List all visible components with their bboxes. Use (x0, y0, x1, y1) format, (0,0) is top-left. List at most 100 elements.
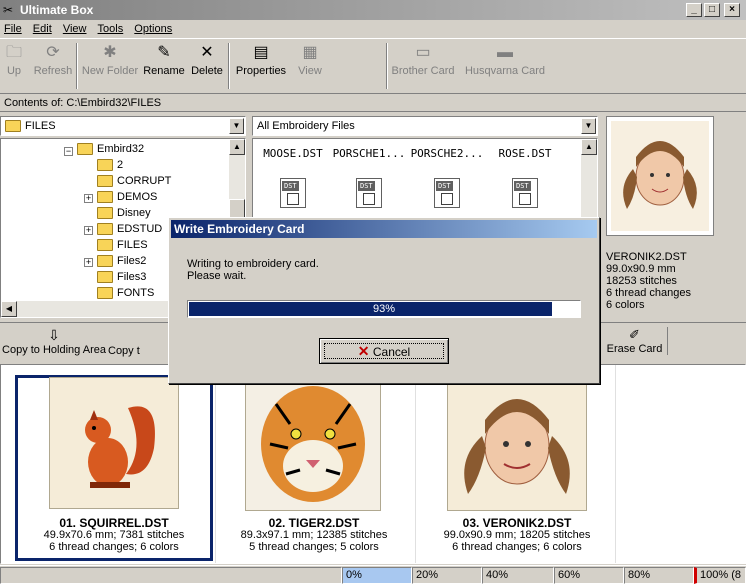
delete-button[interactable]: ✕ Delete (188, 41, 226, 91)
write-card-dialog: Write Embroidery Card Writing to embroid… (168, 217, 600, 384)
collapse-icon[interactable]: − (64, 147, 73, 156)
contents-path: Contents of: C:\Embird32\FILES (0, 94, 746, 112)
refresh-button[interactable]: ⟳ Refresh (32, 41, 74, 91)
preview-name: VERONIK2.DST (606, 251, 687, 263)
tree-item-fonts[interactable]: FONTS (97, 285, 154, 301)
title-bar: Ultimate Box (0, 0, 746, 20)
folder-icon (97, 255, 113, 268)
dialog-title: Write Embroidery Card (171, 220, 597, 238)
cancel-button[interactable]: ✕ Cancel (319, 338, 449, 364)
new-folder-icon: ✱ (103, 44, 117, 61)
husqvarna-card-button[interactable]: ▬ Husqvarna Card (460, 41, 550, 91)
up-folder-icon: 🗀 (5, 44, 22, 61)
toolbar: 🗀 Up ⟳ Refresh ✱ New Folder ✎ Rename ✕ Delete… (0, 38, 746, 94)
dst-file-icon: DST (356, 178, 382, 208)
status-scale-60: 60% (554, 567, 624, 584)
app-icon: ✂ (3, 3, 14, 17)
view-icon: ▦ (302, 44, 318, 61)
squirrel-image (49, 377, 179, 509)
tiger-image (245, 373, 381, 511)
folder-icon (5, 120, 21, 133)
folder-combo[interactable]: FILES ▼ (0, 116, 246, 136)
dialog-message: Writing to embroidery card. Please wait. (187, 258, 319, 282)
folder-icon (97, 207, 113, 220)
scroll-up-icon[interactable]: ▲ (229, 139, 245, 155)
scroll-up-icon[interactable]: ▲ (581, 139, 597, 155)
preview-image (606, 116, 714, 236)
card-icon: ▬ (497, 44, 513, 61)
pes-card-icon: ▭ (415, 44, 431, 61)
preview-colors: 6 colors (606, 299, 645, 311)
tree-item-edstud[interactable]: EDSTUD (97, 221, 162, 237)
delete-icon: ✕ (200, 44, 214, 61)
progress-bar: 93% (187, 300, 581, 318)
file-item[interactable]: PORSCHE1... DST (331, 147, 407, 211)
preview-info: VERONIK2.DST 99.0x90.9 mm 18253 stitches… (606, 251, 691, 311)
tree-item-demos[interactable]: DEMOS (97, 189, 157, 205)
holding-area: 01. SQUIRREL.DST 49.9x70.6 mm; 7381 stit… (0, 364, 746, 564)
maximize-button[interactable]: □ (704, 3, 720, 17)
chevron-down-icon[interactable]: ▼ (581, 118, 596, 134)
folder-icon (97, 223, 113, 236)
menu-tools[interactable]: Tools (94, 20, 128, 38)
progress-label: 93% (372, 303, 396, 315)
status-main (0, 567, 342, 584)
tree-item-embird32[interactable]: Embird32 (77, 141, 144, 157)
folder-icon (77, 143, 93, 156)
card-tiger[interactable]: 02. TIGER2.DST 89.3x97.1 mm; 12385 stitc… (219, 517, 409, 553)
view-button[interactable]: ▦ View (292, 41, 328, 91)
tree-item-files2[interactable]: Files2 (97, 253, 146, 269)
tree-item-disney[interactable]: Disney (97, 205, 151, 221)
new-folder-button[interactable]: ✱ New Folder (80, 41, 140, 91)
preview-stitches: 18253 stitches (606, 275, 677, 287)
folder-icon (97, 287, 113, 300)
tree-item-corrupt[interactable]: CORRUPT (97, 173, 171, 189)
tree-item-files3[interactable]: Files3 (97, 269, 146, 285)
menu-bar: File Edit View Tools Options (0, 20, 746, 38)
status-scale-80: 80% (624, 567, 694, 584)
brother-card-button[interactable]: ▭ Brother Card (390, 41, 456, 91)
arrow-down-icon: ⇩ (48, 327, 60, 343)
preview-size: 99.0x90.9 mm (606, 263, 676, 275)
menu-view[interactable]: View (59, 20, 91, 38)
tree-item-2[interactable]: 2 (97, 157, 123, 173)
folder-icon (97, 175, 113, 188)
card-veronik2[interactable]: 03. VERONIK2.DST 99.0x90.9 mm; 18205 sti… (419, 517, 615, 553)
expand-icon[interactable]: + (84, 226, 93, 235)
erase-card-button[interactable]: ✐ Erase Card (602, 327, 668, 355)
status-scale-0: 0% (342, 567, 412, 584)
file-item[interactable]: PORSCHE2... DST (409, 147, 485, 211)
filter-combo[interactable]: All Embroidery Files ▼ (252, 116, 598, 136)
properties-button[interactable]: ▤ Properties (232, 41, 290, 91)
dst-file-icon: DST (280, 178, 306, 208)
preview-changes: 6 thread changes (606, 287, 692, 299)
menu-options[interactable]: Options (130, 20, 176, 38)
refresh-icon: ⟳ (46, 44, 60, 61)
menu-file[interactable]: File (0, 20, 26, 38)
copy-to-button[interactable]: Copy t (108, 345, 140, 357)
scroll-left-icon[interactable]: ◀ (1, 301, 17, 317)
scroll-thumb[interactable] (229, 199, 245, 219)
properties-icon: ▤ (253, 44, 269, 61)
expand-icon[interactable]: + (84, 258, 93, 267)
up-button[interactable]: 🗀 Up (2, 41, 26, 91)
expand-icon[interactable]: + (84, 194, 93, 203)
girl-embroidery-preview (611, 121, 709, 231)
file-item[interactable]: ROSE.DST DST (489, 147, 561, 211)
close-button[interactable]: × (724, 3, 740, 17)
eraser-icon: ✐ (629, 327, 640, 342)
folder-open-icon (97, 239, 113, 252)
file-item[interactable]: MOOSE.DST DST (257, 147, 329, 211)
folder-icon (97, 191, 113, 204)
minimize-button[interactable]: _ (686, 3, 702, 17)
card-squirrel[interactable]: 01. SQUIRREL.DST 49.9x70.6 mm; 7381 stit… (19, 517, 209, 553)
chevron-down-icon[interactable]: ▼ (229, 118, 244, 134)
menu-edit[interactable]: Edit (29, 20, 56, 38)
app-title: Ultimate Box (20, 3, 94, 17)
rename-button[interactable]: ✎ Rename (142, 41, 186, 91)
dst-file-icon: DST (512, 178, 538, 208)
copy-holding-button[interactable]: ⇩ Copy to Holding Area (2, 327, 106, 356)
dst-file-icon: DST (434, 178, 460, 208)
tree-item-files[interactable]: FILES (97, 237, 148, 253)
folder-icon (97, 271, 113, 284)
